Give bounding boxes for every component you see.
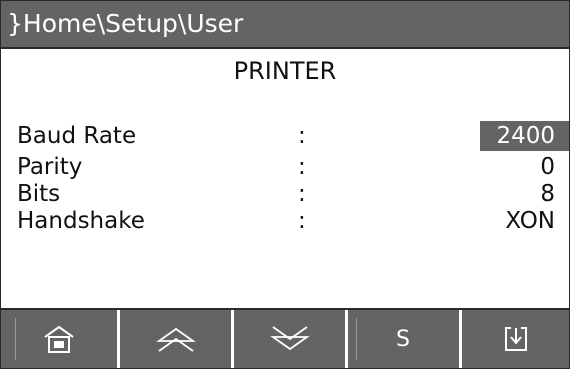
page-down-softkey[interactable]: [234, 310, 345, 368]
setting-value[interactable]: 0: [540, 152, 555, 182]
softkey-bar: S: [1, 310, 569, 368]
setting-separator: :: [298, 154, 306, 180]
settings-list: Baud Rate : 2400 Parity : 0 Bits : 8 Han…: [1, 121, 569, 236]
setting-label: Parity: [17, 154, 83, 180]
key-edge: [15, 318, 16, 360]
setting-value-selected[interactable]: 2400: [480, 121, 569, 151]
setting-separator: :: [298, 123, 306, 149]
setting-separator: :: [298, 208, 306, 234]
breadcrumb-path: }Home\Setup\User: [1, 1, 569, 47]
s-softkey[interactable]: S: [348, 310, 459, 368]
setting-row-parity[interactable]: Parity : 0: [1, 152, 569, 182]
exit-softkey[interactable]: [462, 310, 569, 368]
setting-row-baud-rate[interactable]: Baud Rate : 2400: [1, 121, 569, 152]
setting-row-handshake[interactable]: Handshake : XON: [1, 206, 569, 236]
setting-label: Handshake: [17, 208, 145, 234]
title-divider: [1, 47, 569, 49]
setting-value[interactable]: 8: [540, 179, 555, 209]
hmi-screen: }Home\Setup\User PRINTER Baud Rate : 240…: [0, 0, 570, 369]
page-up-softkey[interactable]: [120, 310, 231, 368]
page-up-icon: [155, 327, 196, 352]
page-down-icon: [269, 326, 310, 351]
setting-label: Bits: [17, 181, 61, 207]
home-softkey[interactable]: [1, 310, 117, 368]
exit-icon: [504, 327, 527, 351]
setting-value[interactable]: XON: [505, 206, 555, 236]
key-edge: [356, 318, 357, 360]
setting-row-bits[interactable]: Bits : 8: [1, 179, 569, 209]
s-key-label: S: [396, 326, 411, 352]
home-icon: [44, 325, 74, 353]
setting-label: Baud Rate: [17, 123, 137, 149]
setting-separator: :: [298, 181, 306, 207]
page-title: PRINTER: [233, 57, 337, 85]
